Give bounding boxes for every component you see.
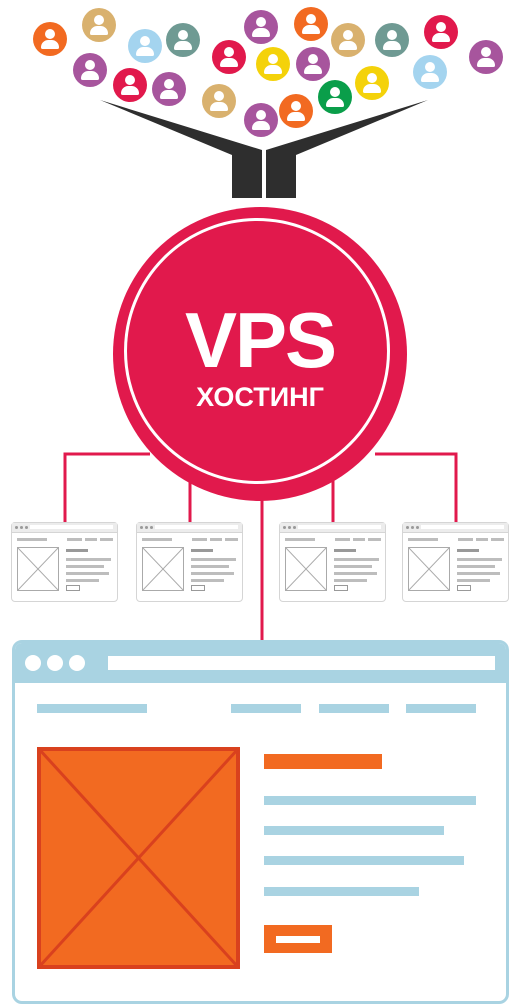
text-line bbox=[264, 887, 419, 896]
window-dot-icon bbox=[47, 655, 63, 671]
image-placeholder-icon bbox=[285, 547, 327, 591]
text-line bbox=[264, 796, 476, 805]
image-placeholder-icon bbox=[17, 547, 59, 591]
site-logo-placeholder bbox=[37, 704, 147, 713]
heading-placeholder bbox=[264, 754, 382, 769]
text-line bbox=[264, 856, 464, 865]
nav-item bbox=[406, 704, 476, 713]
image-placeholder-icon bbox=[408, 547, 450, 591]
image-placeholder-icon bbox=[142, 547, 184, 591]
site-window-1 bbox=[11, 522, 118, 602]
address-bar bbox=[108, 656, 495, 670]
site-window-4 bbox=[402, 522, 509, 602]
cta-button-placeholder bbox=[264, 925, 332, 953]
main-site-window bbox=[12, 640, 509, 1004]
window-titlebar bbox=[15, 643, 506, 683]
window-dot-icon bbox=[25, 655, 41, 671]
vps-title: VPS bbox=[184, 296, 337, 384]
text-line bbox=[264, 826, 444, 835]
site-window-2 bbox=[136, 522, 243, 602]
image-placeholder-icon bbox=[37, 747, 240, 969]
site-window-3 bbox=[279, 522, 386, 602]
nav-item bbox=[231, 704, 301, 713]
nav-item bbox=[319, 704, 389, 713]
vps-subtitle: ХОСТИНГ bbox=[196, 382, 324, 412]
window-dot-icon bbox=[69, 655, 85, 671]
